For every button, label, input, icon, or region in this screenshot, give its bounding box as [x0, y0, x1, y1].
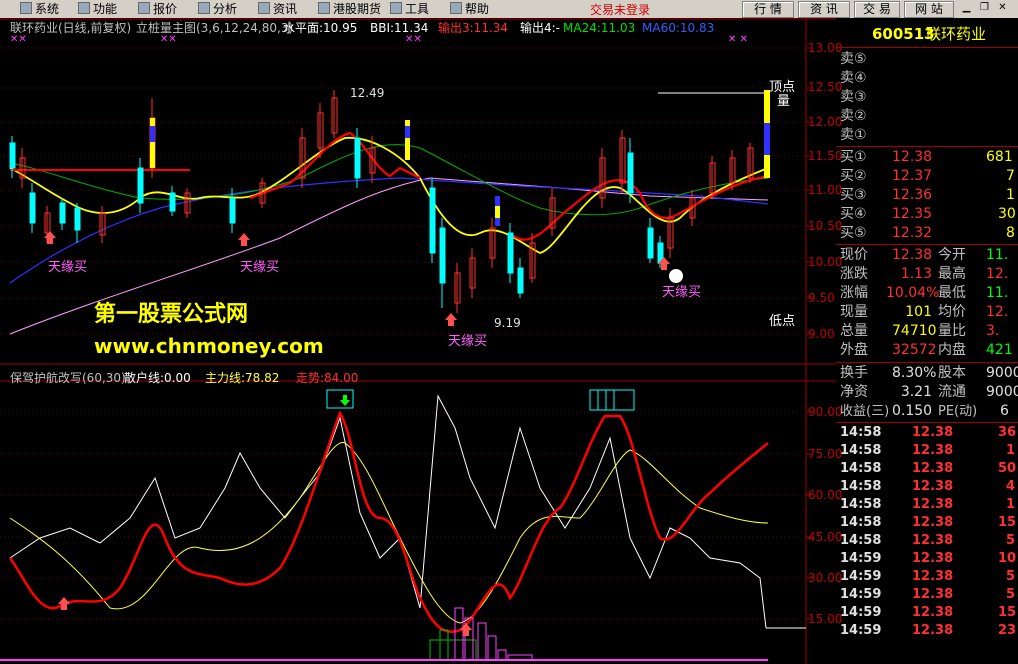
buy-signal-label: 天缘买 — [662, 285, 702, 300]
buy-level-4[interactable]: 买④ 12.35 30 — [836, 205, 1018, 224]
tick-row: 14:58 12.38 1 — [840, 443, 1016, 458]
menu-bar: 系统 功能 报价 分析 资讯 港股期货 工具 帮助 交易未登录 行 情 资 讯 … — [0, 0, 1018, 18]
low-point-label: 低点 — [769, 314, 796, 329]
tick-row: 14:58 12.38 36 — [840, 425, 1017, 440]
menu-hk-futures[interactable]: 港股期货 — [318, 1, 381, 17]
menu-function[interactable]: 功能 — [78, 1, 117, 17]
tick-row: 14:59 12.38 5 — [840, 569, 1016, 584]
watermark-url: www.chnmoney.com — [94, 334, 324, 358]
ma-short-line — [9, 137, 769, 254]
buy-level-3[interactable]: 买③ 12.36 1 — [836, 186, 1018, 205]
watermark-name: 第一股票公式网 — [94, 302, 249, 327]
menu-quote[interactable]: 报价 — [138, 1, 177, 17]
side-mark-label: 量 — [777, 94, 791, 109]
output4-value: 输出4:- — [520, 21, 561, 35]
help-icon — [450, 2, 462, 14]
close-icon[interactable]: ✕ — [996, 2, 1009, 15]
hk-futures-icon — [318, 2, 330, 14]
red-line — [8, 410, 769, 633]
divider — [836, 244, 1018, 245]
yellow-line — [9, 442, 769, 624]
tick-row: 14:58 12.38 1 — [840, 497, 1016, 512]
sell-level-3[interactable]: 卖③ — [836, 88, 1018, 107]
candlesticks — [9, 90, 770, 313]
low-price-label: 9.19 — [494, 316, 521, 330]
quote-panel: 600513 联环药业 卖⑤ 卖④ 卖③ 卖② 卖① 买① 12.38 681 买②… — [836, 19, 1018, 664]
price-tick: 9.50 — [808, 291, 835, 305]
menu-analysis[interactable]: 分析 — [198, 1, 237, 17]
lower-indicator-title: 保驾护航改写(60,30) — [10, 371, 126, 385]
stat-row: 现价 12.38 今开 11. — [840, 247, 1009, 263]
divider — [836, 362, 1018, 363]
menu-tools[interactable]: 工具 — [390, 1, 429, 17]
main-line-value: 主力线:78.82 — [205, 371, 280, 385]
divider — [836, 47, 1018, 48]
menu-news[interactable]: 资讯 — [258, 1, 297, 17]
stat-row: 涨幅 10.04% 最低 11. — [840, 285, 1009, 301]
tick-row: 14:59 12.38 5 — [840, 587, 1016, 602]
marker-row: ✕✕ — [10, 34, 27, 45]
marker-row: ✕✕ — [160, 34, 177, 45]
quote-button[interactable]: 行 情 — [742, 1, 794, 18]
buy-signal-label: 天缘买 — [448, 334, 488, 349]
menu-system[interactable]: 系统 — [20, 1, 59, 17]
sell-level-1[interactable]: 卖① — [836, 126, 1018, 145]
divider — [836, 422, 1018, 423]
quote-icon — [138, 2, 150, 14]
buy-signal-label: 天缘买 — [48, 260, 88, 275]
sell-level-4[interactable]: 卖④ — [836, 69, 1018, 88]
stat-row: 外盘 32572 内盘 421 — [840, 342, 1013, 358]
sell-level-2[interactable]: 卖② — [836, 107, 1018, 126]
tick-row: 14:59 12.38 10 — [840, 551, 1017, 566]
website-button[interactable]: 网 站 — [904, 1, 954, 18]
marker-row: ✕ ✕ — [728, 34, 748, 45]
stat-row: 换手 8.30% 股本 9000 — [840, 365, 1018, 381]
news-button[interactable]: 资 讯 — [798, 1, 850, 18]
stock-name: 联环药业 — [926, 25, 987, 43]
retail-line-value: 散户线:0.00 — [124, 371, 191, 385]
divider — [836, 146, 1018, 147]
buy-level-2[interactable]: 买② 12.37 7 — [836, 167, 1018, 186]
tick-row: 14:59 12.38 15 — [840, 605, 1017, 620]
tick-row: 14:58 12.38 15 — [840, 515, 1017, 530]
output3-value: 输出3:11.34 — [438, 21, 509, 35]
stat-row: 涨跌 1.13 最高 12. — [840, 266, 1009, 282]
marker-row: ✕✕ — [405, 34, 422, 45]
ma60-value: MA60:10.83 — [642, 21, 715, 35]
ma-red-line — [249, 131, 769, 241]
menu-help[interactable]: 帮助 — [450, 1, 489, 17]
tick-row: 14:58 12.38 4 — [840, 479, 1016, 494]
trade-button[interactable]: 交 易 — [854, 1, 900, 18]
stat-row: 现量 101 均价 12. — [840, 304, 1009, 320]
analysis-icon — [198, 2, 210, 14]
stat-row: 净资 3.21 流通 9000 — [840, 384, 1018, 400]
tick-row: 14:58 12.38 5 — [840, 533, 1016, 548]
minimize-icon[interactable]: ▁ — [960, 2, 973, 15]
histogram — [0, 607, 768, 661]
ma24-value: MA24:11.03 — [563, 21, 636, 35]
trend-value: 走势:84.00 — [296, 371, 359, 385]
news-icon — [258, 2, 270, 14]
stock-header: 600513 联环药业 — [836, 23, 1018, 45]
restore-icon[interactable]: ❐ — [978, 2, 991, 15]
function-icon — [78, 2, 90, 14]
stock-title: 联环药业(日线,前复权) — [10, 21, 132, 35]
buy-signal-label: 天缘买 — [240, 260, 280, 275]
ma-mid-line — [9, 144, 769, 216]
buy-level-5[interactable]: 买⑤ 12.32 8 — [836, 224, 1018, 243]
login-status: 交易未登录 — [590, 3, 651, 17]
price-tick: 9.00 — [808, 327, 835, 341]
high-price-label: 12.49 — [350, 86, 385, 100]
sell-level-5[interactable]: 卖⑤ — [836, 50, 1018, 69]
tick-row: 14:58 12.38 50 — [840, 461, 1017, 476]
ma-long-line — [9, 177, 769, 284]
buy-level-1[interactable]: 买① 12.38 681 — [836, 148, 1018, 167]
stat-row: 总量 74710 量比 3. — [840, 323, 1000, 339]
stat-row: 收益(三) 0.150 PE(动) 6 — [840, 403, 1009, 419]
tick-row: 14:59 12.38 23 — [840, 623, 1017, 638]
system-icon — [20, 2, 32, 14]
level-value: 水平面:10.95 — [283, 21, 358, 35]
tools-icon — [390, 2, 402, 14]
